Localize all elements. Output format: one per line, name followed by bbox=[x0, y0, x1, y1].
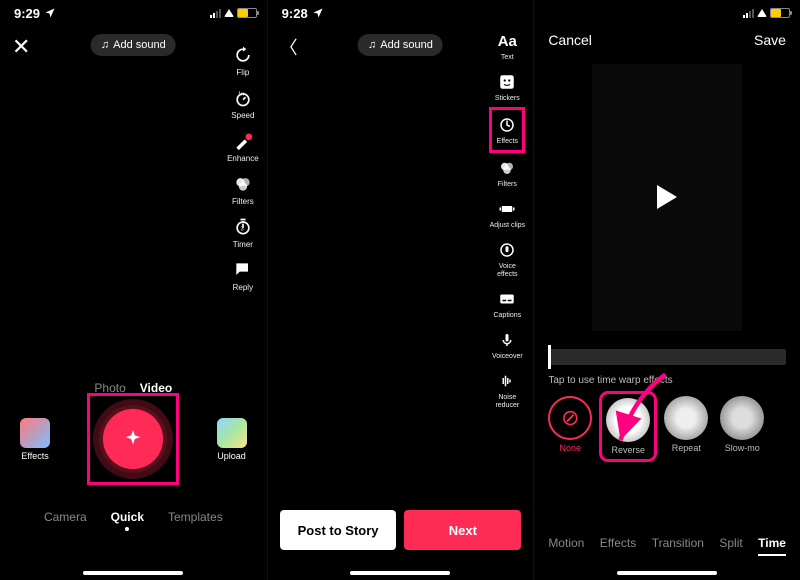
battery-icon bbox=[770, 8, 790, 18]
tool-captions[interactable]: Captions bbox=[493, 288, 521, 320]
text-icon: Aa bbox=[496, 30, 518, 52]
signal-icon bbox=[743, 9, 754, 18]
screen-record: 9:29 ✕ ♫ Add sound Flip 1xSpeed Enhance … bbox=[0, 0, 267, 580]
tool-flip[interactable]: Flip bbox=[232, 44, 254, 77]
wifi-icon bbox=[757, 9, 767, 17]
svg-text:1x: 1x bbox=[238, 92, 244, 98]
home-indicator bbox=[350, 571, 450, 575]
tool-noise-reducer[interactable]: Noise reducer bbox=[489, 370, 525, 410]
repeat-thumb bbox=[664, 396, 708, 440]
music-note-icon: ♫ bbox=[368, 39, 376, 51]
effects-thumb-icon bbox=[20, 418, 50, 448]
tool-timer[interactable]: 3Timer bbox=[232, 216, 254, 249]
location-icon bbox=[312, 7, 324, 19]
screen-edit: 9:28 〈 ♫ Add sound AaText Stickers Effec… bbox=[267, 0, 534, 580]
battery-icon bbox=[237, 8, 257, 18]
tool-effects-highlight[interactable]: Effects bbox=[494, 112, 520, 148]
filters-icon bbox=[232, 173, 254, 195]
edit-tools-rail: AaText Stickers Effects Filters Adjust c… bbox=[489, 30, 525, 410]
tool-filters[interactable]: Filters bbox=[496, 157, 518, 189]
save-button[interactable]: Save bbox=[754, 32, 786, 48]
upload-button[interactable]: Upload bbox=[217, 418, 247, 461]
time-effects-row: ⊘None Reverse Repeat Slow-mo bbox=[548, 396, 786, 457]
status-bar: 9:28 bbox=[268, 0, 534, 24]
tab-time[interactable]: Time bbox=[758, 536, 786, 550]
tool-filters[interactable]: Filters bbox=[232, 173, 254, 206]
cancel-button[interactable]: Cancel bbox=[548, 32, 592, 48]
sparkle-icon bbox=[122, 428, 144, 450]
fx-repeat[interactable]: Repeat bbox=[664, 396, 708, 453]
filters-icon bbox=[496, 157, 518, 179]
stickers-icon bbox=[496, 71, 518, 93]
flip-icon bbox=[232, 44, 254, 66]
tool-enhance[interactable]: Enhance bbox=[227, 130, 259, 163]
tab-motion[interactable]: Motion bbox=[548, 536, 584, 550]
tab-effects[interactable]: Effects bbox=[600, 536, 636, 550]
location-icon bbox=[44, 7, 56, 19]
back-button[interactable]: 〈 bbox=[280, 34, 298, 60]
effect-category-tabs: Motion Effects Transition Split Time bbox=[534, 536, 800, 550]
timeline-scrubber[interactable] bbox=[548, 349, 786, 365]
slowmo-thumb bbox=[720, 396, 764, 440]
clock: 9:28 bbox=[282, 6, 308, 21]
reply-icon bbox=[232, 259, 254, 281]
tab-quick[interactable]: Quick bbox=[111, 510, 144, 524]
adjust-clips-icon bbox=[496, 198, 518, 220]
wifi-icon bbox=[224, 9, 234, 17]
tab-camera[interactable]: Camera bbox=[44, 510, 87, 524]
none-icon: ⊘ bbox=[548, 396, 592, 440]
speed-icon: 1x bbox=[232, 87, 254, 109]
voiceover-icon bbox=[496, 329, 518, 351]
tool-adjust-clips[interactable]: Adjust clips bbox=[490, 198, 525, 230]
tool-speed[interactable]: 1xSpeed bbox=[231, 87, 254, 120]
hint-text: Tap to use time warp effects bbox=[548, 375, 786, 386]
close-button[interactable]: ✕ bbox=[12, 34, 30, 60]
tab-split[interactable]: Split bbox=[719, 536, 742, 550]
captions-icon bbox=[496, 288, 518, 310]
play-icon bbox=[657, 185, 677, 209]
add-sound-label: Add sound bbox=[380, 39, 433, 51]
home-indicator bbox=[617, 571, 717, 575]
next-button[interactable]: Next bbox=[404, 510, 521, 550]
status-bar bbox=[534, 0, 800, 24]
tab-video[interactable]: Video bbox=[140, 381, 172, 395]
effects-icon bbox=[496, 114, 518, 136]
status-bar: 9:29 bbox=[0, 0, 267, 24]
fx-reverse-highlight[interactable]: Reverse bbox=[604, 396, 652, 457]
tools-rail: Flip 1xSpeed Enhance Filters 3Timer Repl… bbox=[227, 44, 259, 292]
add-sound-button[interactable]: ♫ Add sound bbox=[91, 34, 176, 56]
fx-none[interactable]: ⊘None bbox=[548, 396, 592, 453]
svg-text:3: 3 bbox=[240, 226, 243, 232]
clock: 9:29 bbox=[14, 6, 40, 21]
effects-button[interactable]: Effects bbox=[20, 418, 50, 461]
video-preview[interactable] bbox=[592, 64, 742, 331]
tool-text[interactable]: AaText bbox=[496, 30, 518, 62]
tool-voice-effects[interactable]: Voice effects bbox=[489, 239, 525, 279]
signal-icon bbox=[210, 9, 221, 18]
fx-slow-mo[interactable]: Slow-mo bbox=[720, 396, 764, 453]
tool-voiceover[interactable]: Voiceover bbox=[492, 329, 523, 361]
record-button-highlight bbox=[90, 396, 176, 482]
record-button[interactable] bbox=[99, 405, 167, 473]
tab-photo[interactable]: Photo bbox=[94, 381, 125, 395]
add-sound-button[interactable]: ♫ Add sound bbox=[358, 34, 443, 56]
tab-templates[interactable]: Templates bbox=[168, 510, 223, 524]
enhance-icon bbox=[232, 130, 254, 152]
add-sound-label: Add sound bbox=[113, 39, 166, 51]
capture-mode-tabs: Photo Video bbox=[0, 381, 267, 395]
screen-time-effects: Cancel Save Tap to use time warp effects… bbox=[533, 0, 800, 580]
voice-effects-icon bbox=[496, 239, 518, 261]
tab-transition[interactable]: Transition bbox=[652, 536, 704, 550]
timer-icon: 3 bbox=[232, 216, 254, 238]
upload-thumb-icon bbox=[217, 418, 247, 448]
tool-stickers[interactable]: Stickers bbox=[495, 71, 520, 103]
post-to-story-button[interactable]: Post to Story bbox=[280, 510, 397, 550]
reverse-thumb bbox=[606, 398, 650, 442]
tool-reply[interactable]: Reply bbox=[232, 259, 254, 292]
scrub-cursor[interactable] bbox=[548, 345, 551, 369]
bottom-mode-tabs: Camera Quick Templates bbox=[0, 510, 267, 524]
home-indicator bbox=[83, 571, 183, 575]
music-note-icon: ♫ bbox=[101, 39, 109, 51]
noise-reducer-icon bbox=[496, 370, 518, 392]
